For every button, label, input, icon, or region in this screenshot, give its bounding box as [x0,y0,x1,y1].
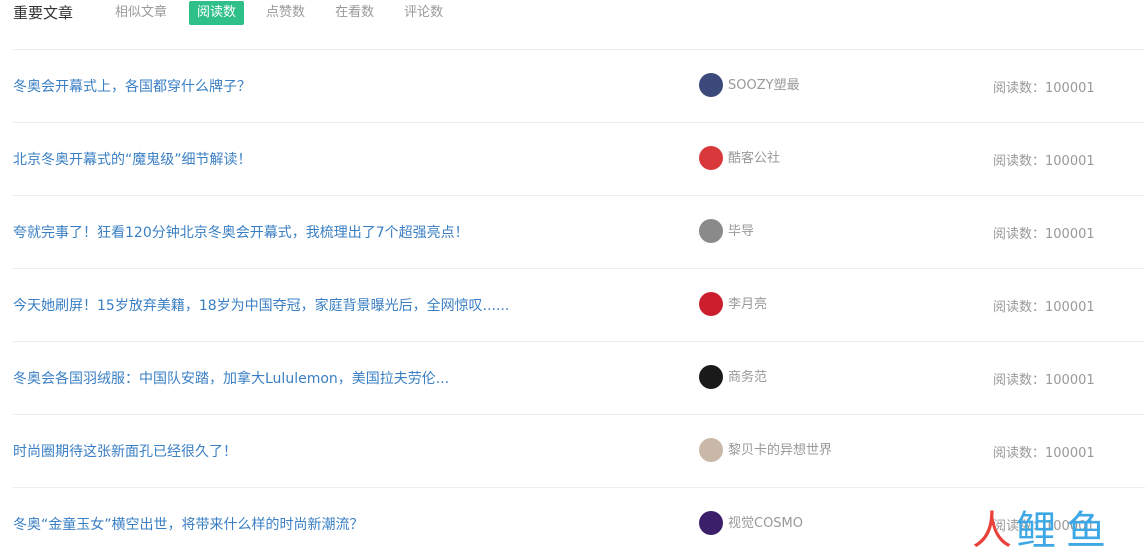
article-title-link[interactable]: 冬奥“金童玉女”横空出世，将带来什么样的时尚新潮流？ [13,514,364,534]
watermark-logo: 人 鲤 鱼 [972,508,1106,550]
tab-comment-count[interactable]: 评论数 [396,1,451,25]
author[interactable]: 酷客公社 [699,146,780,170]
author[interactable]: 商务范 [699,365,767,389]
list-item: 今天她刷屏！15岁放弃美籍，18岁为中国夺冠，家庭背景曝光后，全网惊叹.....… [13,269,1145,342]
author-name: SOOZY塑最 [728,77,800,93]
author-name: 酷客公社 [728,150,781,166]
tab-watching-count[interactable]: 在看数 [327,1,382,25]
author-name: 商务范 [728,369,768,385]
tab-like-count[interactable]: 点赞数 [258,1,313,25]
author-name: 毕导 [728,223,755,239]
author-name: 李月亮 [728,296,768,312]
article-title-link[interactable]: 冬奥会各国羽绒服：中国队安踏，加拿大Lululemon，美国拉夫劳伦... [13,368,449,388]
article-list: 冬奥会开幕式上，各国都穿什么牌子？ SOOZY塑最 阅读数：100001 北京冬… [13,50,1145,560]
author-name: 视觉COSMO [728,515,804,531]
article-title-link[interactable]: 北京冬奥开幕式的“魔鬼级”细节解读！ [13,149,252,169]
avatar [699,438,723,462]
tab-similar-articles[interactable]: 相似文章 [107,1,175,25]
list-item: 冬奥会开幕式上，各国都穿什么牌子？ SOOZY塑最 阅读数：100001 [13,50,1145,123]
tab-read-count[interactable]: 阅读数 [189,1,245,25]
avatar [699,292,723,316]
article-title-link[interactable]: 夸就完事了！狂看120分钟北京冬奥会开幕式，我梳理出了7个超强亮点！ [13,222,469,242]
list-item: 时尚圈期待这张新面孔已经很久了！ 黎贝卡的异想世界 阅读数：100001 [13,415,1145,488]
list-item: 冬奥会各国羽绒服：中国队安踏，加拿大Lululemon，美国拉夫劳伦... 商务… [13,342,1145,415]
watermark-glyph: 鱼 [1066,508,1106,550]
list-item: 北京冬奥开幕式的“魔鬼级”细节解读！ 酷客公社 阅读数：100001 [13,123,1145,196]
avatar [699,511,723,535]
avatar [699,219,723,243]
read-count: 阅读数：100001 [993,81,1095,96]
watermark-glyph: 人 [972,508,1012,550]
author[interactable]: 李月亮 [699,292,767,316]
read-count: 阅读数：100001 [993,300,1095,315]
author-name: 黎贝卡的异想世界 [728,442,833,458]
read-count: 阅读数：100001 [993,154,1095,169]
section-title: 重要文章 [13,4,74,22]
watermark-glyph: 鲤 [1016,508,1056,550]
article-title-link[interactable]: 今天她刷屏！15岁放弃美籍，18岁为中国夺冠，家庭背景曝光后，全网惊叹.....… [13,295,509,315]
article-title-link[interactable]: 时尚圈期待这张新面孔已经很久了！ [13,441,237,461]
read-count: 阅读数：100001 [993,373,1095,388]
author[interactable]: 黎贝卡的异想世界 [699,438,832,462]
list-item: 夸就完事了！狂看120分钟北京冬奥会开幕式，我梳理出了7个超强亮点！ 毕导 阅读… [13,196,1145,269]
read-count: 阅读数：100001 [993,446,1095,461]
author[interactable]: SOOZY塑最 [699,73,800,97]
read-count: 阅读数：100001 [993,227,1095,242]
article-title-link[interactable]: 冬奥会开幕式上，各国都穿什么牌子？ [13,76,251,96]
avatar [699,73,723,97]
avatar [699,146,723,170]
top-bar: 重要文章 相似文章 阅读数 点赞数 在看数 评论数 [13,0,1145,26]
author[interactable]: 毕导 [699,219,754,243]
avatar [699,365,723,389]
author[interactable]: 视觉COSMO [699,511,803,535]
